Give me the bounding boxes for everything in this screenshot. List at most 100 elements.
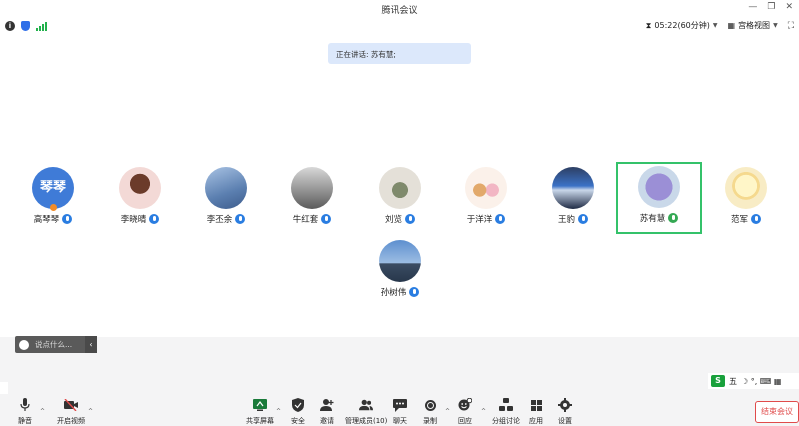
apps-grid-icon: [529, 398, 543, 412]
chevron-up-icon[interactable]: ^: [88, 408, 93, 415]
video-label: 开启视频: [57, 417, 85, 425]
participant-name-row: 高琴琴: [10, 213, 96, 225]
share-label: 共享屏幕: [246, 417, 274, 425]
participant-tile[interactable]: 于洋洋: [443, 163, 529, 235]
share-screen-button[interactable]: 共享屏幕: [246, 398, 274, 426]
avatar: [379, 240, 421, 282]
participant-name: 牛红套: [292, 215, 319, 225]
mic-icon: [235, 214, 246, 224]
participant-grid: 琴琴 高琴琴 李晓晴 李丕余 牛红套 刘览 于洋洋 王豹 苏有慧 范军 孙树伟: [0, 0, 799, 330]
settings-label: 设置: [558, 417, 572, 425]
mic-icon: [578, 214, 588, 224]
participant-name-row: 刘览: [357, 213, 443, 225]
mic-icon: [668, 213, 679, 223]
avatar: [552, 167, 594, 209]
participant-tile[interactable]: 刘览: [357, 163, 443, 235]
record-button[interactable]: 录制: [423, 398, 437, 426]
participant-name-row: 王豹: [530, 213, 616, 225]
avatar: [725, 167, 767, 209]
chevron-up-icon[interactable]: ^: [276, 408, 281, 415]
participant-tile[interactable]: 李丕余: [183, 163, 269, 235]
invite-label: 邀请: [320, 417, 334, 425]
participant-tile[interactable]: 王豹: [530, 163, 616, 235]
mic-icon: [62, 214, 73, 224]
breakout-rooms-button[interactable]: 分组讨论: [492, 398, 520, 426]
emoji-icon[interactable]: [19, 339, 29, 350]
record-label: 录制: [423, 417, 437, 425]
react-button[interactable]: 回应: [458, 398, 472, 426]
chevron-up-icon[interactable]: ^: [40, 408, 45, 415]
participant-name-row: 牛红套: [269, 213, 355, 225]
security-button[interactable]: 安全: [291, 398, 305, 426]
breakout-label: 分组讨论: [492, 417, 520, 425]
participant-tile[interactable]: 范军: [703, 163, 789, 235]
avatar: [638, 166, 680, 208]
participant-tile[interactable]: 琴琴 高琴琴: [10, 163, 96, 235]
host-badge-icon: [50, 204, 57, 211]
avatar: [205, 167, 247, 209]
participant-name: 王豹: [557, 215, 575, 225]
side-handle[interactable]: [0, 382, 8, 394]
participant-tile[interactable]: 孙树伟: [357, 236, 443, 308]
mute-button[interactable]: 静音: [18, 398, 32, 426]
mic-icon: [405, 214, 415, 224]
microphone-icon: [18, 398, 32, 412]
participant-name-row: 于洋洋: [443, 213, 529, 225]
avatar: [465, 167, 507, 209]
chat-bubble-icon: [393, 398, 407, 412]
record-icon: [423, 398, 437, 412]
ime-tools[interactable]: ☽ °, ⌨ ▦: [741, 377, 781, 386]
members-icon: [359, 398, 374, 412]
avatar: 琴琴: [32, 167, 74, 209]
invite-button[interactable]: 邀请: [320, 398, 334, 426]
participant-tile-active-speaker[interactable]: 苏有慧: [616, 162, 702, 234]
chevron-up-icon[interactable]: ^: [445, 408, 450, 415]
mic-icon: [751, 214, 761, 224]
participant-name-row: 李晓晴: [97, 213, 183, 225]
emoji-react-icon: [458, 398, 472, 412]
chat-placeholder: 说点什么...: [35, 340, 73, 349]
participant-name: 苏有慧: [639, 214, 666, 224]
react-label: 回应: [458, 417, 472, 425]
mic-icon: [321, 214, 332, 224]
participant-name-row: 孙树伟: [357, 286, 443, 298]
gear-icon: [558, 398, 572, 412]
avatar: [119, 167, 161, 209]
apps-button[interactable]: 应用: [529, 398, 543, 426]
chat-label: 聊天: [393, 417, 407, 425]
participant-name-row: 苏有慧: [618, 212, 700, 224]
members-label: 管理成员(10): [345, 417, 388, 425]
invite-user-icon: [320, 398, 334, 412]
participant-name: 范军: [730, 215, 748, 225]
share-screen-icon: [253, 398, 267, 412]
mute-label: 静音: [18, 417, 32, 425]
participant-name-row: 李丕余: [183, 213, 269, 225]
participant-name: 高琴琴: [33, 215, 60, 225]
security-label: 安全: [291, 417, 305, 425]
mic-icon: [409, 287, 420, 297]
end-meeting-button[interactable]: 结束会议: [755, 401, 799, 423]
breakout-icon: [499, 398, 513, 412]
security-shield-icon: [291, 398, 305, 412]
camera-off-icon: [64, 398, 78, 412]
chevron-up-icon[interactable]: ^: [481, 408, 486, 415]
participant-name-row: 范军: [703, 213, 789, 225]
meeting-toolbar: 静音 ^ 开启视频 ^ 共享屏幕 ^ 安全 邀请 管理成员(10) 聊天 录制 …: [0, 398, 799, 426]
participant-name: 刘览: [384, 215, 402, 225]
quick-chat-input[interactable]: 说点什么... ‹: [15, 336, 97, 353]
avatar: [291, 167, 333, 209]
chat-button[interactable]: 聊天: [393, 398, 407, 426]
participant-tile[interactable]: 牛红套: [269, 163, 355, 235]
start-video-button[interactable]: 开启视频: [57, 398, 85, 426]
participant-tile[interactable]: 李晓晴: [97, 163, 183, 235]
participant-name: 李丕余: [206, 215, 233, 225]
settings-button[interactable]: 设置: [558, 398, 572, 426]
ime-mode[interactable]: 五: [729, 376, 737, 387]
avatar: [379, 167, 421, 209]
chevron-left-icon[interactable]: ‹: [85, 336, 97, 353]
mic-icon: [495, 214, 506, 224]
participant-name: 于洋洋: [466, 215, 493, 225]
ime-toolbar[interactable]: S 五 ☽ °, ⌨ ▦: [708, 373, 799, 389]
avatar-initials: 琴琴: [32, 167, 74, 209]
manage-members-button[interactable]: 管理成员(10): [345, 398, 387, 426]
